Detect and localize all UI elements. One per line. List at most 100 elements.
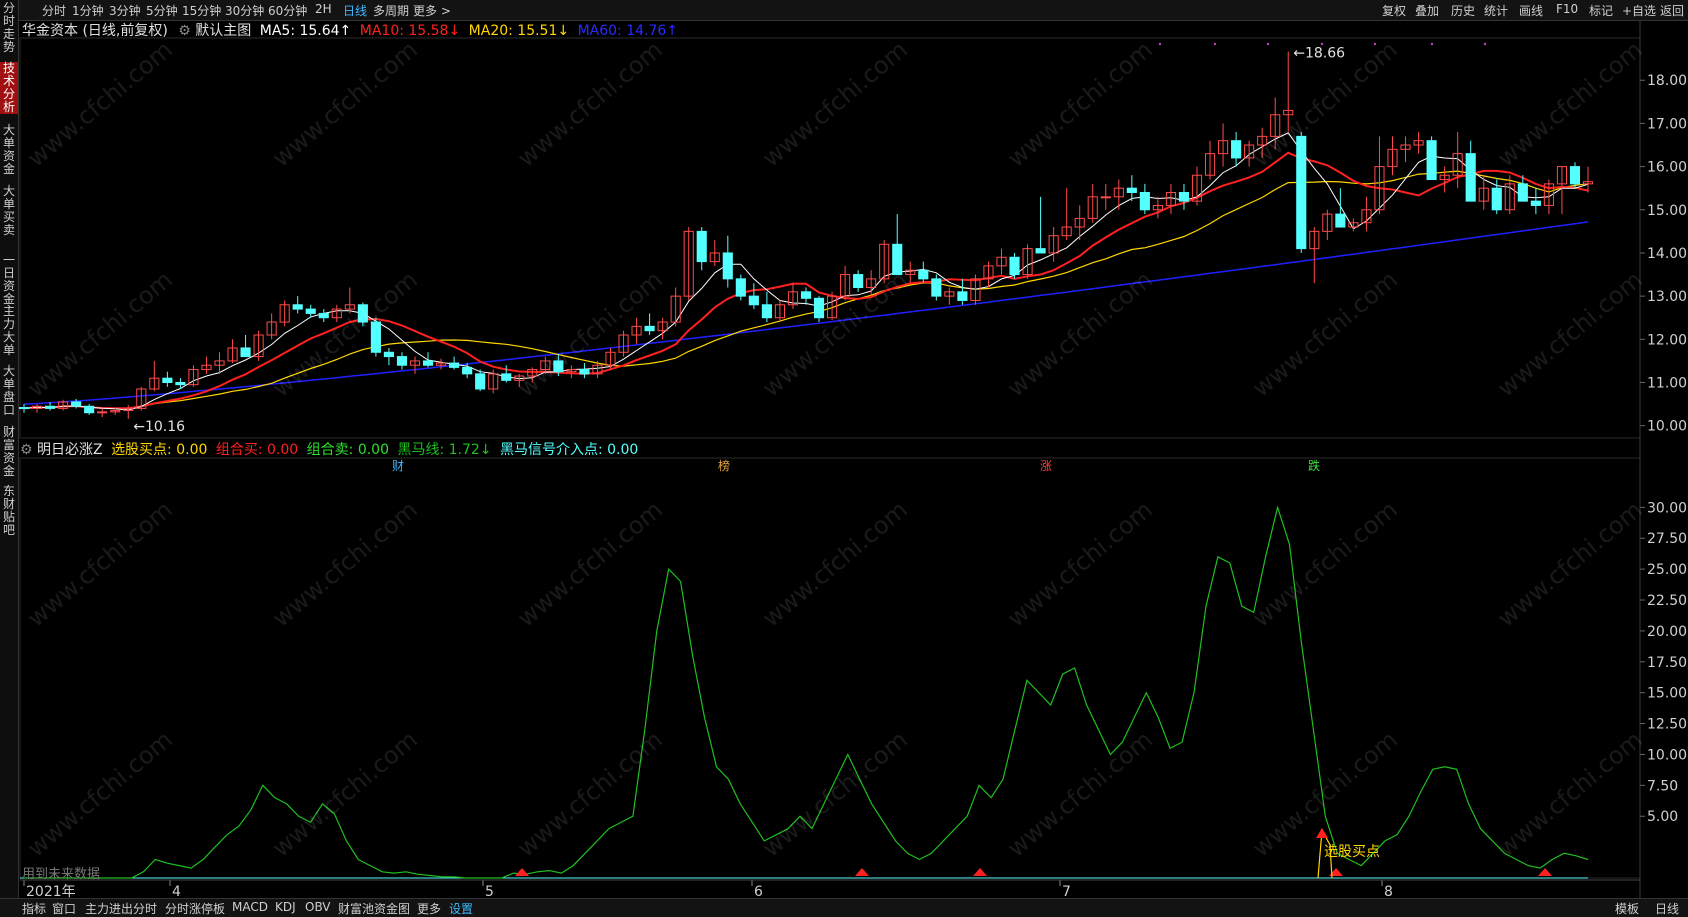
settings-icon[interactable]: ⚙ xyxy=(20,442,33,458)
candle-body xyxy=(748,295,759,306)
tool-tab-6[interactable]: 标记 xyxy=(1589,2,1613,19)
tab-period-8[interactable]: 日线 xyxy=(343,2,367,19)
tool-tab-5[interactable]: F10 xyxy=(1556,2,1578,16)
dark-horse-line xyxy=(24,505,1589,879)
period-label[interactable]: 日线 xyxy=(1655,900,1679,917)
candle xyxy=(396,352,408,370)
candle-body xyxy=(292,304,303,310)
tab-period-5[interactable]: 30分钟 xyxy=(225,2,264,19)
bottom-tab-8[interactable]: 更多 xyxy=(417,900,441,917)
ma10-line xyxy=(23,151,1589,410)
candle xyxy=(605,347,616,370)
bottom-tab-5[interactable]: KDJ xyxy=(275,900,296,914)
buy-point-label: 选股买点 xyxy=(1324,844,1380,860)
left-nav-item-7[interactable]: 财富资金 xyxy=(0,426,18,478)
tool-tab-8[interactable]: 返回 xyxy=(1660,2,1684,19)
left-nav-item-1[interactable]: 技术分析 xyxy=(0,62,18,114)
indicator-axis-label: 7.50 xyxy=(1647,778,1678,794)
candle xyxy=(422,352,434,368)
period-dot xyxy=(1430,42,1434,46)
period-dot xyxy=(1266,42,1270,46)
tab-period-4[interactable]: 15分钟 xyxy=(182,2,221,19)
bottom-tab-1[interactable]: 窗口 xyxy=(52,900,76,917)
buy-arrow xyxy=(855,868,869,876)
bottom-tab-6[interactable]: OBV xyxy=(305,900,331,914)
tab-period-6[interactable]: 60分钟 xyxy=(268,2,307,19)
candle-body xyxy=(84,405,95,414)
candle xyxy=(1530,188,1541,215)
candle-body xyxy=(1178,192,1190,202)
candle xyxy=(879,240,890,284)
tool-tab-3[interactable]: 统计 xyxy=(1484,2,1508,19)
template-button[interactable]: 模板 xyxy=(1615,900,1639,917)
candle-body xyxy=(1139,192,1150,211)
dark-horse-value: 黑马线: 1.72↓ xyxy=(397,442,492,458)
bottom-tab-4[interactable]: MACD xyxy=(232,900,268,914)
tab-period-0[interactable]: 分时 xyxy=(42,2,66,19)
candle xyxy=(370,317,381,357)
candle xyxy=(449,356,460,370)
bottom-tab-2[interactable]: 主力进出分时 xyxy=(85,900,157,917)
tab-period-9[interactable]: 多周期 xyxy=(373,2,409,19)
tab-period-7[interactable]: 2H xyxy=(315,2,332,16)
candle-body xyxy=(1426,140,1437,181)
candle xyxy=(1152,196,1163,219)
candle xyxy=(944,287,955,305)
candle xyxy=(1204,140,1216,180)
candle xyxy=(188,365,199,387)
candle xyxy=(475,369,486,392)
candle-body xyxy=(1517,183,1528,202)
left-nav-item-8[interactable]: 东财贴吧 xyxy=(0,485,18,537)
bottom-tab-7[interactable]: 财富池资金图 xyxy=(338,900,410,917)
tool-tab-4[interactable]: 画线 xyxy=(1519,2,1543,19)
candle-body xyxy=(175,382,186,386)
candle xyxy=(800,287,812,305)
high-price-label: ←18.66 xyxy=(1293,46,1345,62)
candle xyxy=(1374,136,1385,215)
candle xyxy=(970,274,981,305)
tab-period-1[interactable]: 1分钟 xyxy=(72,2,104,19)
candle xyxy=(409,356,421,374)
left-nav-item-3[interactable]: 大单买卖 xyxy=(0,185,18,237)
candle xyxy=(1569,162,1581,189)
tool-tab-1[interactable]: 叠加 xyxy=(1415,2,1439,19)
bottom-tab-3[interactable]: 分时涨停板 xyxy=(165,900,225,917)
indicator-name[interactable]: 明日必涨Z xyxy=(37,442,103,458)
candle xyxy=(383,347,394,366)
candle-body xyxy=(1009,256,1020,276)
event-marker: 跌 xyxy=(1308,458,1320,473)
left-nav-item-5[interactable]: 主力大单 xyxy=(0,305,18,357)
tool-tab-2[interactable]: 历史 xyxy=(1451,2,1475,19)
stock-name[interactable]: 华金资本 (日线,前复权) xyxy=(22,23,168,39)
bottom-tab-0[interactable]: 指标 xyxy=(22,900,46,917)
candle xyxy=(1165,183,1176,215)
bottom-tab-9[interactable]: 设置 xyxy=(449,900,473,917)
candle-body xyxy=(422,360,434,366)
tab-period-2[interactable]: 3分钟 xyxy=(109,2,141,19)
candle xyxy=(957,278,968,305)
tool-tab-0[interactable]: 复权 xyxy=(1382,2,1406,19)
candle xyxy=(853,270,864,292)
candle xyxy=(1322,209,1333,240)
tab-period-3[interactable]: 5分钟 xyxy=(146,2,178,19)
candle-body xyxy=(1296,135,1307,250)
left-nav-item-4[interactable]: 一日资金 xyxy=(0,254,18,306)
candle-body xyxy=(853,274,864,288)
left-nav-item-2[interactable]: 大单资金 xyxy=(0,124,18,176)
left-nav-item-6[interactable]: 大单盘口 xyxy=(0,365,18,417)
tab-period-10[interactable]: 更多 > xyxy=(413,2,451,19)
tool-tab-7[interactable]: +自选 xyxy=(1622,2,1656,19)
period-dot xyxy=(1158,42,1162,46)
ma5-value: MA5: 15.64↑ xyxy=(259,23,352,39)
candle xyxy=(1009,252,1020,279)
candle-body xyxy=(696,230,707,263)
main-template[interactable]: 默认主图 xyxy=(195,23,251,39)
candle xyxy=(1257,127,1268,158)
candle-body xyxy=(1126,187,1137,194)
settings-icon[interactable]: ⚙ xyxy=(178,23,191,39)
candle xyxy=(905,261,916,284)
indicator-axis-label: 5.00 xyxy=(1647,809,1678,825)
candle xyxy=(318,309,329,323)
left-nav-item-0[interactable]: 分时走势 xyxy=(0,2,18,54)
price-axis-label: 15.00 xyxy=(1647,203,1687,219)
